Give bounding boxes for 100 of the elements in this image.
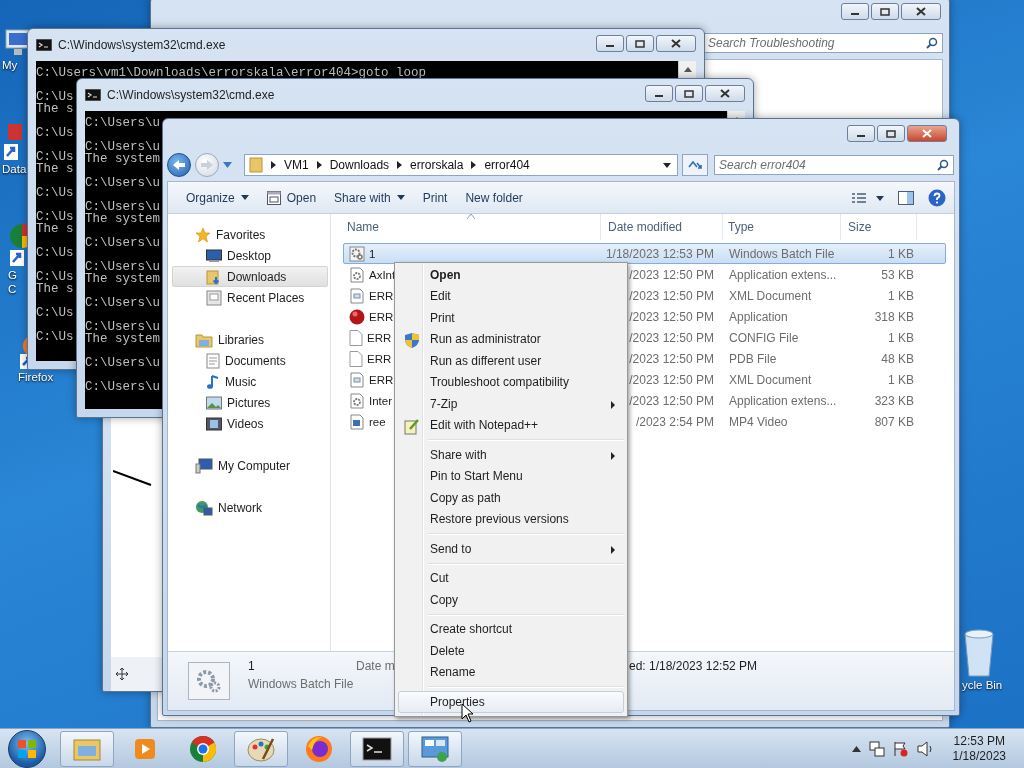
search-field[interactable]: Search Troubleshooting xyxy=(703,33,943,53)
menu-item[interactable]: Edit with Notepad++ xyxy=(398,414,624,436)
console-line: C:\Users\u xyxy=(85,297,160,309)
submenu-arrow-icon xyxy=(611,546,615,554)
nav-item[interactable]: Desktop xyxy=(172,245,328,266)
star-icon xyxy=(195,226,211,243)
show-hidden-icons-icon[interactable] xyxy=(851,745,861,752)
selected-file-row[interactable]: 1 1/18/2023 12:53 PM Windows Batch File 1 KB xyxy=(343,243,946,264)
menu-item[interactable]: Print xyxy=(398,307,624,329)
speaker-icon[interactable] xyxy=(916,740,935,757)
search-icon xyxy=(926,37,938,49)
desktop-icon-label[interactable]: Firefox xyxy=(18,370,54,384)
menu-item[interactable]: Troubleshoot compatibility xyxy=(398,371,624,393)
nav-item[interactable]: Documents xyxy=(172,350,328,371)
desktop-icon-label[interactable]: ycle Bin xyxy=(962,678,1003,692)
menu-item[interactable]: Edit xyxy=(398,285,624,307)
breadcrumb-item[interactable]: error404 xyxy=(484,158,530,172)
menu-item[interactable]: Create shortcut xyxy=(398,618,624,640)
nav-item[interactable]: My Computer xyxy=(172,455,328,476)
chevron-icon xyxy=(271,161,276,169)
nav-label: Downloads xyxy=(227,269,287,284)
nav-item[interactable]: Network xyxy=(172,497,328,518)
menu-item[interactable]: Copy as path xyxy=(398,487,624,509)
toolbar-button[interactable]: Print xyxy=(414,186,456,209)
menu-item[interactable]: Copy xyxy=(398,589,624,611)
minimize-button[interactable] xyxy=(645,85,673,102)
column-header[interactable]: Size xyxy=(841,214,917,240)
console-line: The s xyxy=(36,163,74,175)
console-line: The s xyxy=(36,223,74,235)
maximize-button[interactable] xyxy=(675,85,703,102)
start-button[interactable] xyxy=(8,729,46,768)
maximize-button[interactable] xyxy=(626,35,654,52)
table-cell: 1 KB xyxy=(888,288,914,303)
menu-item[interactable]: 7-Zip xyxy=(398,393,624,415)
breadcrumb-item[interactable]: errorskala xyxy=(410,158,464,172)
scroll-up-arrow-icon[interactable] xyxy=(683,67,692,72)
nav-label: Videos xyxy=(227,416,264,431)
table-cell: /2023 12:50 PM xyxy=(629,267,714,282)
network-icon[interactable] xyxy=(868,740,885,757)
file-name: ERR xyxy=(369,373,394,386)
menu-item[interactable]: Send to xyxy=(398,538,624,560)
desktop-icon-label[interactable]: My xyxy=(2,58,18,72)
column-header[interactable]: Date modified xyxy=(601,214,723,240)
gear-file-icon xyxy=(349,266,365,283)
toolbar-button[interactable]: Open xyxy=(258,186,325,209)
desktop-icon-label[interactable]: C xyxy=(8,282,17,296)
nav-item[interactable]: Downloads xyxy=(172,266,328,287)
nav-item[interactable]: Favorites xyxy=(172,224,328,245)
breadcrumb-item[interactable]: Downloads xyxy=(329,158,390,172)
minimize-button[interactable] xyxy=(847,125,875,142)
file-name: AxInt xyxy=(369,268,396,281)
file-name: ERR xyxy=(369,310,394,323)
address-bar[interactable]: VM1 Downloads errorskala error404 xyxy=(244,154,678,176)
search-field[interactable]: Search error404 xyxy=(714,155,954,175)
desktop-icon-label[interactable]: G xyxy=(8,268,17,282)
menu-item[interactable]: Open xyxy=(398,264,624,286)
nav-item[interactable]: Pictures xyxy=(172,392,328,413)
caret-icon[interactable] xyxy=(663,162,671,168)
column-header[interactable]: Type xyxy=(723,214,841,240)
menu-item[interactable]: Run as administrator xyxy=(398,328,624,350)
console-line: The system xyxy=(85,153,160,165)
desktop-icon-label[interactable]: Data xyxy=(2,162,27,176)
help-icon[interactable] xyxy=(928,188,946,207)
menu-item[interactable]: Share with xyxy=(398,444,624,466)
chevron-icon xyxy=(471,161,477,169)
nav-item[interactable]: Libraries xyxy=(172,329,328,350)
menu-item[interactable]: Pin to Start Menu xyxy=(398,465,624,487)
back-button[interactable] xyxy=(167,153,191,177)
menu-item[interactable]: Run as different user xyxy=(398,350,624,372)
recent-places-icon xyxy=(206,289,222,306)
refresh-button[interactable] xyxy=(682,154,708,176)
view-options-icon[interactable] xyxy=(852,191,884,204)
toolbar-button[interactable]: New folder xyxy=(457,186,531,209)
breadcrumb-item[interactable]: VM1 xyxy=(284,158,309,172)
table-cell: /2023 12:50 PM xyxy=(629,351,714,366)
minimize-button[interactable] xyxy=(841,3,869,20)
close-button[interactable] xyxy=(901,3,941,20)
toolbar-button[interactable]: Share with xyxy=(326,186,413,209)
nav-item[interactable]: Videos xyxy=(172,413,328,434)
console-line: C:\Us xyxy=(36,331,74,343)
gear-icon xyxy=(195,668,223,694)
taskbar-app-button[interactable] xyxy=(350,730,404,767)
close-button[interactable] xyxy=(705,85,745,102)
menu-item[interactable]: Properties xyxy=(398,691,624,713)
flag-icon[interactable] xyxy=(892,740,909,757)
menu-item[interactable]: Rename xyxy=(398,661,624,683)
nav-item[interactable]: Music xyxy=(172,371,328,392)
column-header[interactable]: Name xyxy=(343,214,601,240)
close-button[interactable] xyxy=(656,35,696,52)
maximize-button[interactable] xyxy=(877,125,905,142)
menu-item[interactable]: Cut xyxy=(398,567,624,589)
menu-item[interactable]: Delete xyxy=(398,640,624,662)
table-cell: /2023 12:50 PM xyxy=(629,309,714,324)
maximize-button[interactable] xyxy=(871,3,899,20)
menu-item[interactable]: Restore previous versions xyxy=(398,508,624,530)
minimize-button[interactable] xyxy=(596,35,624,52)
toolbar-button[interactable]: Organize xyxy=(178,186,257,209)
nav-item[interactable]: Recent Places xyxy=(172,287,328,308)
preview-pane-icon[interactable] xyxy=(898,190,914,205)
clock[interactable]: 12:53 PM 1/18/2023 xyxy=(952,733,1006,764)
